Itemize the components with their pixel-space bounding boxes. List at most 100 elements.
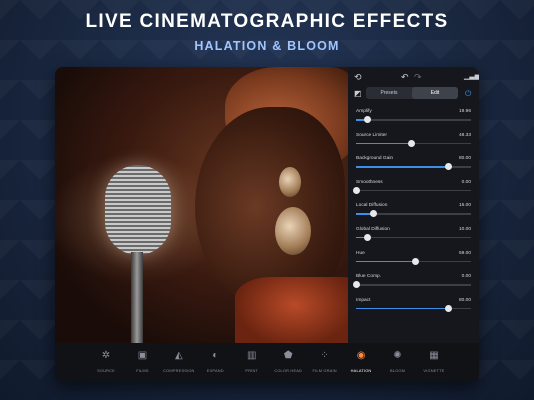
power-icon[interactable]: ⏻	[465, 89, 471, 99]
slider-label: Smoothness	[356, 179, 383, 185]
slider-blue-comp[interactable]: Blue Comp. 0.00	[348, 268, 479, 292]
print-icon: ▥	[247, 350, 257, 361]
photo-earring	[279, 167, 301, 197]
tool-label: SOURCE	[97, 368, 115, 373]
tool-film-grain[interactable]: ⁘ FILM GRAIN	[308, 349, 342, 382]
slider-knob[interactable]	[412, 257, 420, 265]
preview-image	[55, 67, 348, 343]
photo-mic-stand	[131, 252, 143, 343]
slider-impact[interactable]: Impact 80.00	[348, 292, 479, 316]
tab-presets[interactable]: Presets	[366, 87, 412, 99]
slider-value: 15.00	[458, 203, 471, 209]
slider-track[interactable]	[356, 304, 471, 312]
slider-track[interactable]	[356, 233, 471, 241]
tool-label: FILM GRAIN	[312, 368, 337, 373]
slider-smoothness[interactable]: Smoothness 0.00	[348, 174, 479, 198]
histogram-icon[interactable]: ▁▃▅	[464, 72, 479, 80]
slider-knob[interactable]	[352, 186, 360, 194]
slider-track[interactable]	[356, 163, 471, 171]
compare-icon[interactable]: ◩	[354, 89, 362, 98]
grain-icon: ⁘	[320, 350, 329, 361]
slider-track[interactable]	[352, 281, 471, 289]
expand-icon: ◐	[212, 350, 219, 361]
tool-source[interactable]: ✲ SOURCE	[89, 349, 123, 382]
panel-toolbar: ⟲ ↶ ↷ ▁▃▅	[348, 72, 479, 86]
slider-value: 80.00	[458, 297, 471, 303]
slider-value: 10.00	[458, 226, 471, 232]
edit-panel: ⟲ ↶ ↷ ▁▃▅ ◩ Presets Edit ⏻ Amplify 19.96 S…	[348, 67, 479, 343]
undo-icon[interactable]: ↶	[401, 72, 409, 83]
tool-label: HALATION	[350, 368, 372, 373]
slider-value: 19.96	[458, 109, 471, 114]
tool-label: FILMS	[136, 368, 149, 373]
slider-value: 0.00	[461, 179, 471, 185]
slider-list: Amplify 19.96 Source Limiter 48.33 Backgroun…	[348, 103, 479, 315]
effects-toolbar: ✲ SOURCE ▣ FILMS ◭ COMPRESSION ◐ EXPAND ▥ PRINT ⬟ C…	[55, 343, 479, 382]
tool-expand[interactable]: ◐ EXPAND	[198, 349, 232, 382]
bloom-icon: ✺	[393, 350, 402, 361]
tool-label: COLOR HEAD	[274, 368, 303, 373]
slider-track[interactable]	[356, 116, 471, 123]
color-head-icon: ⬟	[283, 350, 293, 361]
tool-print[interactable]: ▥ PRINT	[235, 349, 269, 382]
slider-label: Source Limiter	[356, 132, 387, 138]
slider-value: 48.33	[458, 132, 471, 138]
slider-global-diffusion[interactable]: Global Diffusion 10.00	[348, 221, 479, 245]
tool-label: PRINT	[245, 368, 259, 373]
slider-amplify[interactable]: Amplify 19.96	[348, 103, 479, 127]
slider-label: Impact	[356, 297, 371, 303]
slider-knob[interactable]	[364, 116, 371, 123]
slider-fill	[356, 260, 416, 263]
slider-knob[interactable]	[407, 139, 415, 147]
tool-vignette[interactable]: ▦ VIGNETTE	[417, 349, 451, 382]
subheadline: HALATION & BLOOM	[194, 39, 340, 53]
vignette-icon: ▦	[429, 350, 439, 361]
slider-knob[interactable]	[352, 281, 360, 289]
tool-color-head[interactable]: ⬟ COLOR HEAD	[271, 349, 305, 382]
slider-knob[interactable]	[444, 163, 452, 171]
slider-source-limiter[interactable]: Source Limiter 48.33	[348, 127, 479, 151]
slider-label: Hue	[356, 250, 365, 256]
slider-track[interactable]	[356, 257, 471, 265]
halation-icon: ◉	[356, 350, 366, 361]
slider-fill	[356, 142, 412, 145]
slider-track[interactable]	[356, 139, 471, 147]
reset-icon[interactable]: ⟲	[354, 72, 362, 83]
slider-label: Local Diffusion	[356, 203, 388, 209]
slider-value: 0.00	[461, 274, 471, 280]
tablet-screen: ⟲ ↶ ↷ ▁▃▅ ◩ Presets Edit ⏻ Amplify 19.96 S…	[55, 67, 479, 382]
tool-label: BLOOM	[389, 368, 406, 373]
slider-value: 59.00	[458, 250, 471, 256]
slider-value: 80.00	[458, 156, 471, 162]
tool-bloom[interactable]: ✺ BLOOM	[381, 349, 415, 382]
slider-knob[interactable]	[444, 304, 452, 312]
headline: LIVE CINEMATOGRAPHIC EFFECTS	[85, 11, 449, 32]
photo-microphone	[105, 165, 171, 255]
tool-label: EXPAND	[206, 368, 224, 373]
slider-background-gain[interactable]: Background Gain 80.00	[348, 150, 479, 174]
photo-earring	[275, 207, 311, 255]
mode-segmented-control: Presets Edit	[366, 87, 458, 99]
gear-icon: ✲	[101, 350, 111, 361]
slider-label: Blue Comp.	[356, 274, 382, 280]
slider-track[interactable]	[352, 186, 471, 194]
redo-icon[interactable]: ↷	[414, 72, 422, 83]
compression-icon: ◭	[175, 350, 183, 361]
slider-label: Background Gain	[356, 156, 394, 162]
slider-knob[interactable]	[369, 210, 377, 218]
slider-fill	[356, 166, 448, 168]
tab-edit[interactable]: Edit	[412, 87, 458, 99]
slider-track[interactable]	[356, 210, 471, 218]
slider-hue[interactable]: Hue 59.00	[348, 245, 479, 269]
tool-films[interactable]: ▣ FILMS	[125, 349, 159, 382]
slider-label: Amplify	[356, 109, 372, 114]
slider-fill	[356, 307, 448, 310]
slider-local-diffusion[interactable]: Local Diffusion 15.00	[348, 197, 479, 221]
tool-compression[interactable]: ◭ COMPRESSION	[162, 349, 196, 382]
slider-label: Global Diffusion	[356, 226, 390, 232]
photo-scarf	[235, 277, 348, 343]
tool-halation[interactable]: ◉ HALATION	[344, 349, 378, 382]
slider-knob[interactable]	[364, 233, 371, 241]
tool-label: VIGNETTE	[423, 368, 445, 373]
film-icon: ▣	[137, 350, 148, 361]
